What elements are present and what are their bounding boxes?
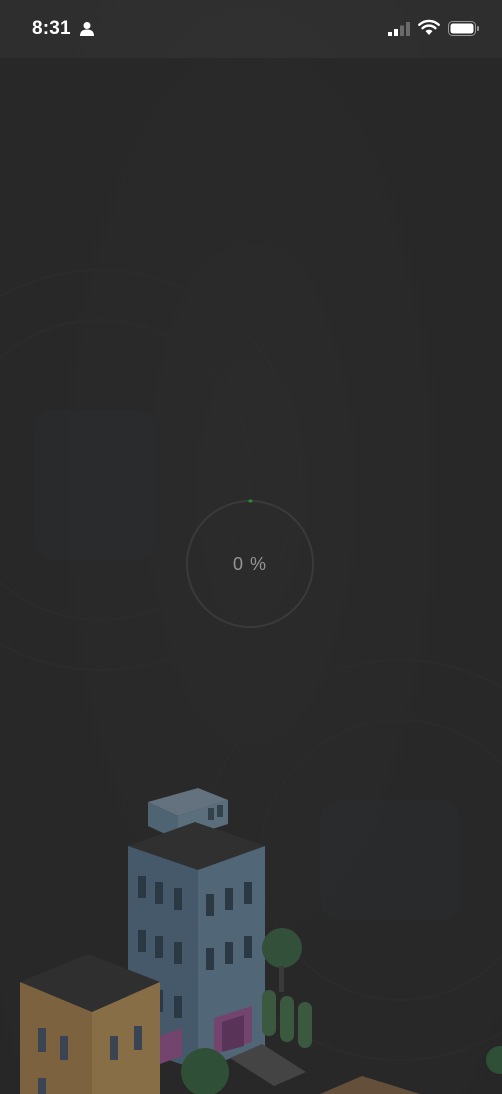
progress-percent-label: 0 % [232, 553, 268, 574]
signal-icon [388, 22, 410, 41]
status-bar: 8:31 [0, 0, 502, 58]
city-illustration [20, 788, 502, 1094]
person-icon [80, 21, 94, 41]
status-time: 8:31 [32, 18, 71, 39]
roof-corner [320, 1076, 420, 1094]
wifi-icon [418, 19, 440, 41]
battery-icon [448, 21, 480, 41]
loading-screen: 8:31 0 % [0, 0, 502, 1094]
